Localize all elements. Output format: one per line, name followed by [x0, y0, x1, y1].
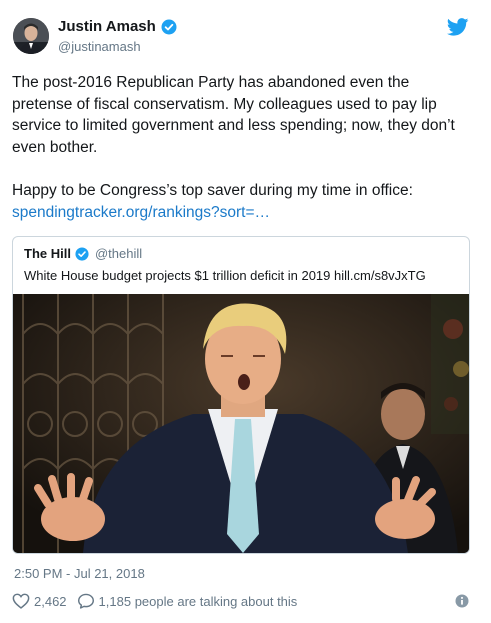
like-button[interactable]: 2,462 — [12, 593, 67, 609]
quoted-author-name: The Hill — [24, 246, 71, 261]
verified-badge-icon — [75, 246, 89, 261]
tweet-actions: 2,462 1,185 people are talking about thi… — [12, 593, 297, 609]
tweet-text: The post-2016 Republican Party has aband… — [12, 72, 472, 223]
twitter-bird-icon[interactable] — [447, 18, 469, 36]
quoted-author-handle: @thehill — [94, 246, 143, 261]
quoted-tweet[interactable]: The Hill @thehill White House budget pro… — [12, 236, 470, 554]
avatar-image — [13, 18, 49, 54]
info-icon[interactable] — [455, 594, 469, 608]
tweet-paragraph-1: The post-2016 Republican Party has aband… — [12, 74, 460, 156]
quoted-header: The Hill @thehill — [24, 246, 142, 261]
reply-button[interactable]: 1,185 people are talking about this — [77, 593, 298, 609]
like-count: 2,462 — [34, 593, 67, 609]
author-name[interactable]: Justin Amash — [58, 18, 156, 35]
speech-bubble-icon — [77, 593, 94, 609]
tweet-card: Justin Amash @justinamash The post-2016 … — [0, 0, 491, 623]
quoted-photo[interactable] — [13, 294, 469, 553]
author-handle[interactable]: @justinamash — [58, 39, 141, 54]
verified-badge-icon — [161, 19, 177, 34]
quoted-text: White House budget projects $1 trillion … — [24, 268, 426, 283]
tweet-timestamp[interactable]: 2:50 PM - Jul 21, 2018 — [14, 566, 145, 581]
author-name-row[interactable]: Justin Amash — [58, 18, 177, 35]
tweet-link[interactable]: spendingtracker.org/rankings?sort=… — [12, 204, 270, 221]
heart-icon — [12, 593, 30, 609]
avatar[interactable] — [13, 18, 49, 54]
reply-count: 1,185 people are talking about this — [98, 593, 298, 609]
tweet-paragraph-2: Happy to be Congress’s top saver during … — [12, 181, 413, 199]
